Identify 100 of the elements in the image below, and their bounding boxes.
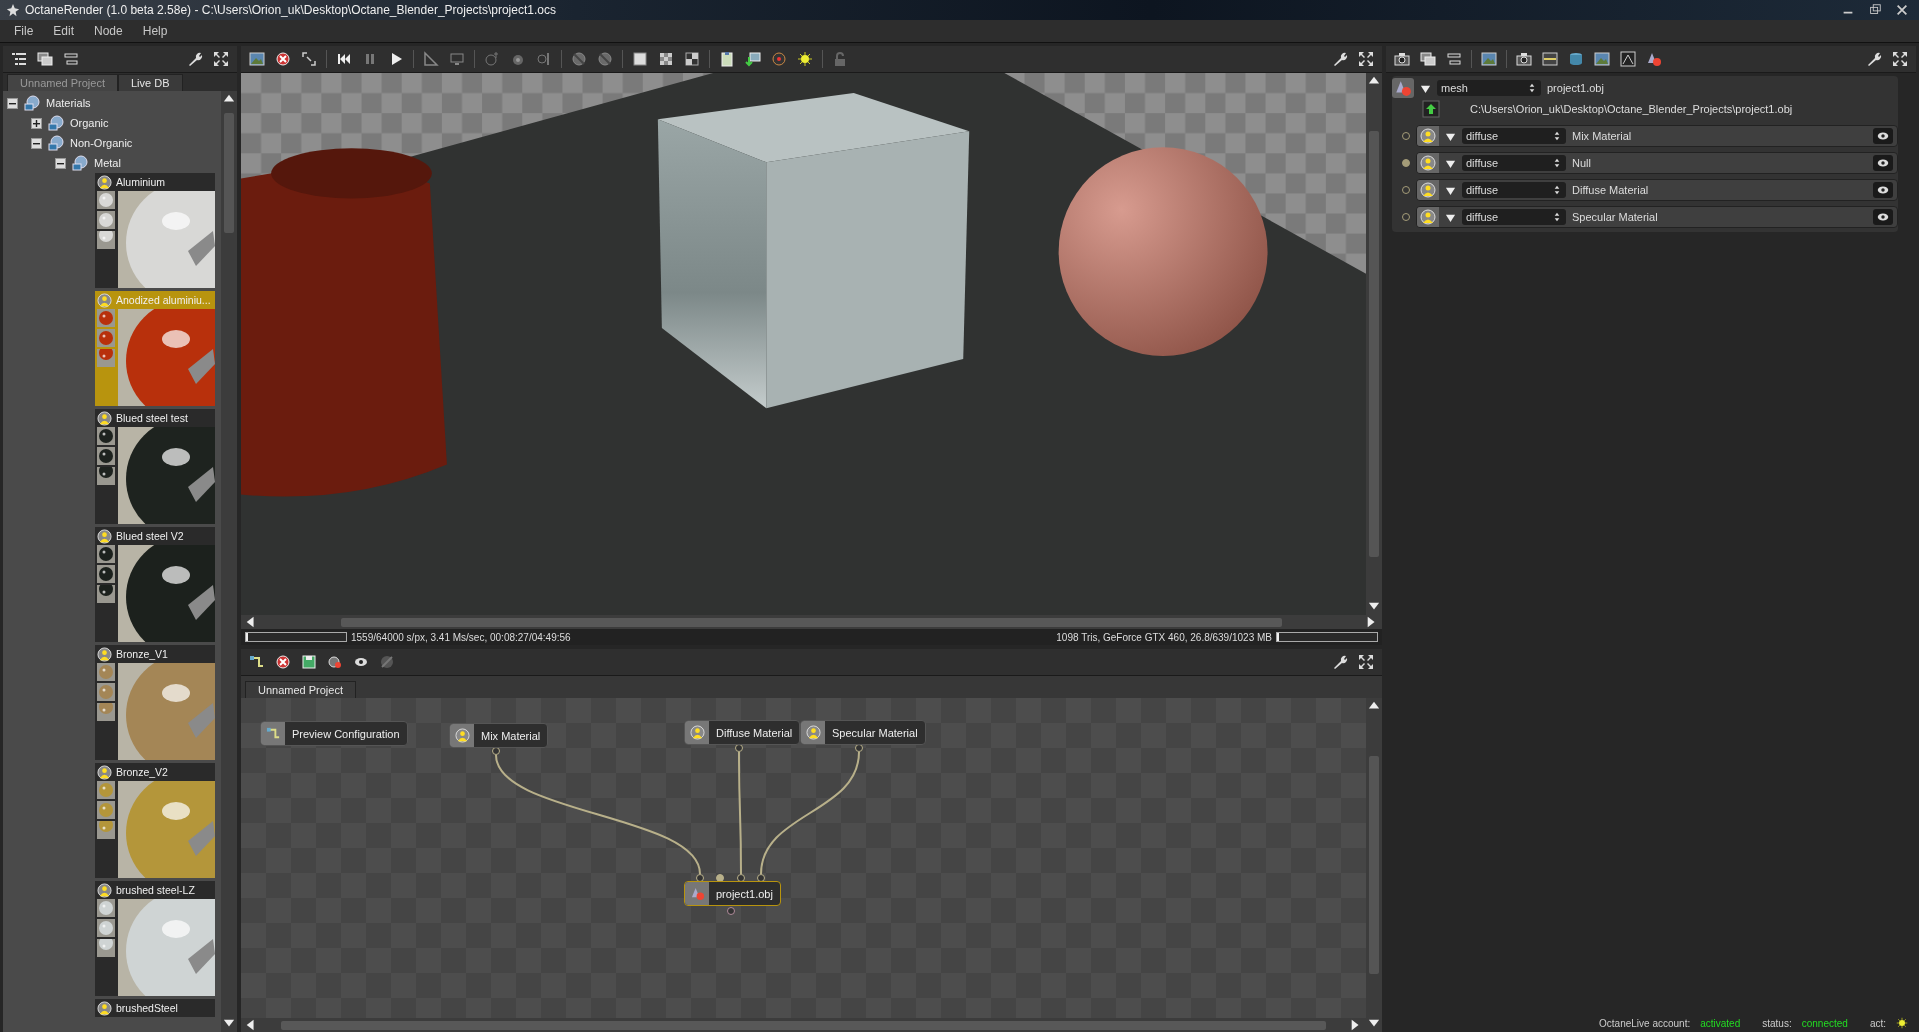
node-type-dropdown[interactable]: mesh xyxy=(1437,80,1541,96)
fullscreen-icon[interactable] xyxy=(213,51,229,67)
panel-icon[interactable] xyxy=(63,51,79,67)
scrollbar[interactable] xyxy=(241,615,1382,629)
image-icon[interactable] xyxy=(1481,51,1497,67)
tree-item[interactable]: Non-Organic xyxy=(70,137,133,149)
material-item[interactable]: Bronze_V2 xyxy=(95,763,215,878)
clipboard-icon[interactable] xyxy=(719,51,735,67)
close-icon[interactable] xyxy=(1895,3,1909,17)
camera-icon[interactable] xyxy=(1516,51,1532,67)
collapse-toggle[interactable] xyxy=(55,157,66,169)
cone-icon[interactable] xyxy=(1646,51,1662,67)
tree-item[interactable]: Metal xyxy=(94,157,121,169)
scrollbar[interactable] xyxy=(221,91,237,1032)
cylinder-icon[interactable] xyxy=(1568,51,1584,67)
expand-toggle[interactable] xyxy=(31,117,42,129)
material-item[interactable]: Blued steel V2 xyxy=(95,527,215,642)
sun-icon[interactable] xyxy=(797,51,813,67)
picker-icon[interactable] xyxy=(536,51,552,67)
material-item[interactable]: Aluminium xyxy=(95,173,215,288)
resize-icon[interactable] xyxy=(301,51,317,67)
node[interactable]: Specular Material xyxy=(800,720,926,745)
cancel-icon[interactable] xyxy=(275,51,291,67)
image-icon[interactable] xyxy=(249,51,265,67)
disc-icon[interactable] xyxy=(771,51,787,67)
frame-icon[interactable] xyxy=(1620,51,1636,67)
sphere-icon[interactable] xyxy=(597,51,613,67)
tree-item[interactable]: Organic xyxy=(70,117,109,129)
wrench-icon[interactable] xyxy=(1866,51,1882,67)
visibility-button[interactable] xyxy=(1873,182,1893,198)
half-checker-icon[interactable] xyxy=(684,51,700,67)
fullscreen-icon[interactable] xyxy=(1892,51,1908,67)
maximize-icon[interactable] xyxy=(1868,3,1882,17)
material-item[interactable]: brushed steel-LZ xyxy=(95,881,215,996)
material-item[interactable]: brushedSteel xyxy=(95,999,215,1017)
square-icon[interactable] xyxy=(632,51,648,67)
fullscreen-icon[interactable] xyxy=(1358,51,1374,67)
scroll-thumb[interactable] xyxy=(1369,756,1379,974)
collapse-toggle[interactable] xyxy=(7,97,18,109)
menu-item[interactable]: Help xyxy=(134,22,176,40)
tree-list-icon[interactable] xyxy=(11,51,27,67)
scroll-thumb[interactable] xyxy=(341,617,1282,627)
windows-icon[interactable] xyxy=(1420,51,1436,67)
monitor-icon[interactable] xyxy=(449,51,465,67)
scrollbar[interactable] xyxy=(241,1018,1366,1032)
preview-thumbnail xyxy=(97,919,115,937)
tab[interactable]: Unnamed Project xyxy=(245,681,356,698)
sphere-icon[interactable] xyxy=(571,51,587,67)
node[interactable]: Mix Material xyxy=(449,723,549,748)
material-icon xyxy=(97,882,112,898)
node[interactable]: project1.obj xyxy=(684,881,781,906)
preview-thumbnail xyxy=(97,821,115,839)
checker-icon[interactable] xyxy=(658,51,674,67)
ruler-icon[interactable] xyxy=(423,51,439,67)
scrollbar[interactable] xyxy=(1366,698,1382,1032)
scroll-up-icon[interactable] xyxy=(1368,700,1380,712)
scroll-thumb[interactable] xyxy=(224,113,234,233)
scrollbar[interactable] xyxy=(1366,73,1382,615)
scroll-thumb[interactable] xyxy=(281,1020,1326,1030)
import-icon[interactable] xyxy=(745,51,761,67)
node[interactable]: Diffuse Material xyxy=(684,720,801,745)
visibility-button[interactable] xyxy=(1873,155,1893,171)
save-icon[interactable] xyxy=(301,654,317,670)
pin-type-dropdown[interactable]: diffuse xyxy=(1462,209,1566,225)
windows-icon[interactable] xyxy=(37,51,53,67)
cancel-icon[interactable] xyxy=(275,654,291,670)
wrench-icon[interactable] xyxy=(1332,51,1348,67)
pin-type-dropdown[interactable]: diffuse xyxy=(1462,155,1566,171)
collapse-toggle[interactable] xyxy=(31,137,42,149)
menu-item[interactable]: Edit xyxy=(45,22,83,40)
scroll-thumb[interactable] xyxy=(1369,131,1379,557)
image-icon[interactable] xyxy=(1594,51,1610,67)
bar-icon[interactable] xyxy=(1542,51,1558,67)
fullscreen-icon[interactable] xyxy=(1358,654,1374,670)
node[interactable]: Preview Configuration xyxy=(260,721,408,746)
camera-icon[interactable] xyxy=(1394,51,1410,67)
material-icon xyxy=(97,528,112,544)
menu-item[interactable]: File xyxy=(6,22,42,40)
scroll-up-icon[interactable] xyxy=(223,93,235,105)
tree-item[interactable]: Materials xyxy=(46,97,91,109)
material-item[interactable]: Bronze_V1 xyxy=(95,645,215,760)
tab[interactable]: Unnamed Project xyxy=(7,74,118,91)
visibility-button[interactable] xyxy=(1873,128,1893,144)
config-icon xyxy=(265,726,281,741)
node-icon[interactable] xyxy=(327,654,343,670)
preview-thumbnail xyxy=(97,801,115,819)
mesh-icon xyxy=(1394,79,1412,97)
visibility-button[interactable] xyxy=(1873,209,1893,225)
pin-type-dropdown[interactable]: diffuse xyxy=(1462,128,1566,144)
material-item[interactable]: Blued steel test xyxy=(95,409,215,524)
wrench-icon[interactable] xyxy=(1332,654,1348,670)
wire-icon[interactable] xyxy=(249,654,265,670)
panel-icon[interactable] xyxy=(1446,51,1462,67)
scroll-up-icon[interactable] xyxy=(1368,75,1380,87)
wrench-icon[interactable] xyxy=(187,51,203,67)
pin-type-dropdown[interactable]: diffuse xyxy=(1462,182,1566,198)
file-load-icon[interactable] xyxy=(1422,100,1440,118)
rewind-icon[interactable] xyxy=(336,51,352,67)
menu-item[interactable]: Node xyxy=(86,22,131,40)
tab[interactable]: Live DB xyxy=(118,74,183,91)
